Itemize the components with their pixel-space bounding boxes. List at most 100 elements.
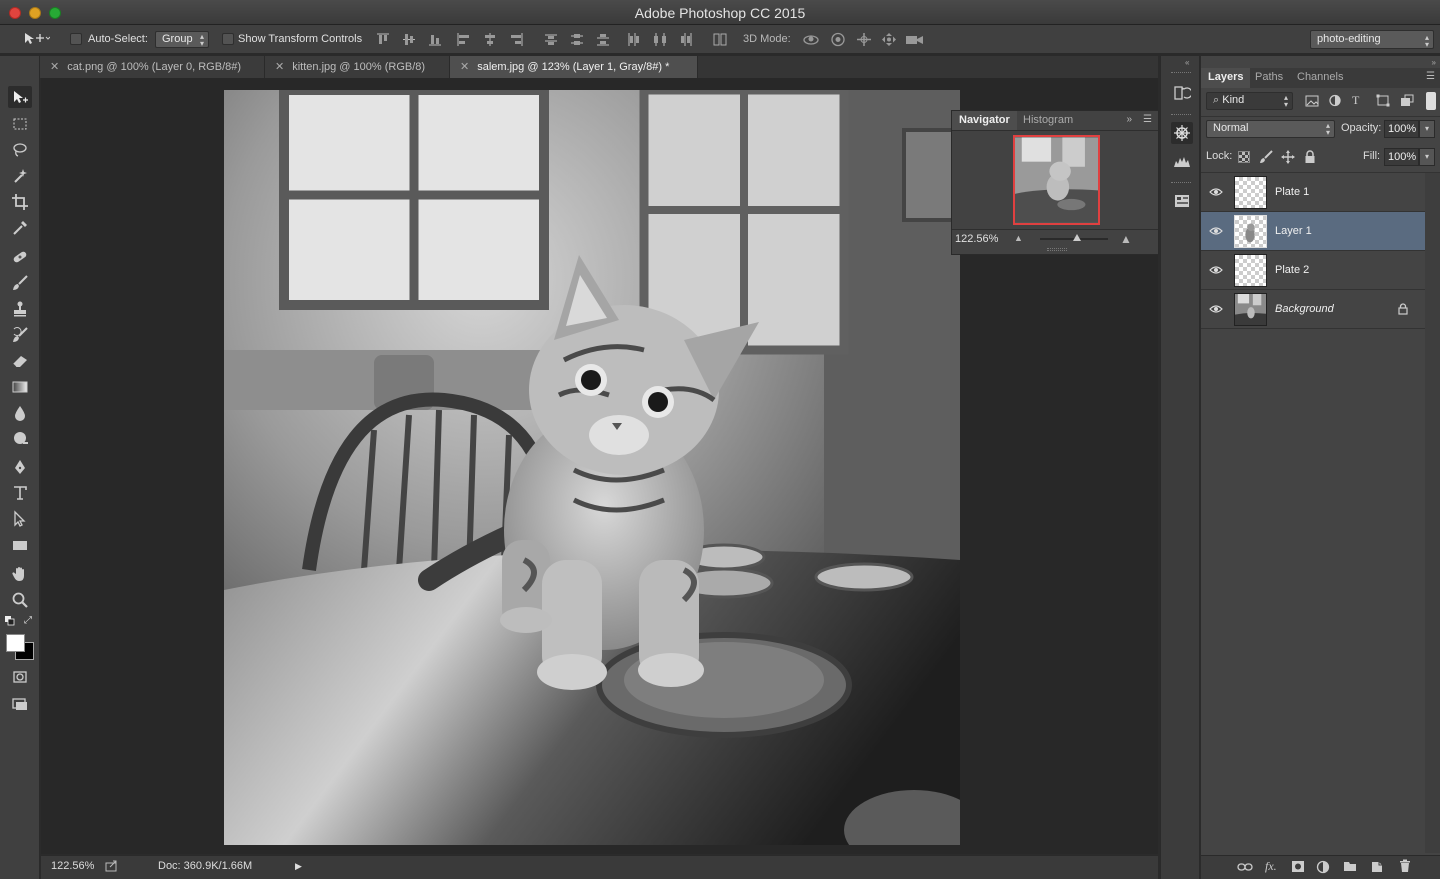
distribute-left-button[interactable] [626,32,642,47]
swap-colors-icon[interactable]: ⤢ [24,615,32,626]
rectangle-tool[interactable] [8,534,32,556]
magic-wand-tool[interactable] [8,165,32,187]
3d-slide-button[interactable] [879,32,899,47]
opacity-slider-toggle[interactable]: ▾ [1419,120,1435,138]
gradient-tool[interactable] [8,376,32,398]
tab-salem-jpg[interactable]: ✕ salem.jpg @ 123% (Layer 1, Gray/8#) * [450,56,698,78]
history-brush-tool[interactable] [8,324,32,346]
distribute-right-button[interactable] [678,32,694,47]
default-colors-icon[interactable] [5,616,15,626]
layer-name[interactable]: Background [1275,303,1334,315]
lock-all-icon[interactable] [1304,150,1316,164]
marquee-tool[interactable] [8,113,32,135]
panel-menu-icon[interactable]: ☰ [1426,71,1435,82]
layer-row-plate-1[interactable]: Plate 1 [1201,173,1425,212]
close-tab-icon[interactable]: ✕ [275,61,284,73]
navigator-preview[interactable] [1013,135,1100,225]
3d-scale-button[interactable] [904,32,926,47]
layer-row-background[interactable]: Background [1201,290,1425,329]
blur-tool[interactable] [8,402,32,424]
quick-mask-button[interactable] [8,666,32,688]
panel-collapse-icon[interactable]: » [1126,114,1132,125]
tab-kitten-jpg[interactable]: ✕ kitten.jpg @ 100% (RGB/8) [265,56,450,78]
tab-channels[interactable]: Channels [1290,68,1350,88]
histogram-panel-button[interactable] [1171,150,1193,172]
type-tool[interactable] [8,482,32,504]
filter-smart-objects-icon[interactable] [1400,94,1414,107]
eye-visibility-icon[interactable] [1209,303,1223,315]
share-export-icon[interactable] [105,860,118,872]
tab-cat-png[interactable]: ✕ cat.png @ 100% (Layer 0, RGB/8#) [40,56,265,78]
distribute-top-button[interactable] [543,32,559,47]
zoom-tool[interactable] [8,589,32,611]
layers-scrollbar[interactable] [1425,173,1440,853]
zoom-in-icon[interactable]: ▲ [1120,232,1132,246]
dodge-tool[interactable] [8,428,32,450]
layer-row-plate-2[interactable]: Plate 2 [1201,251,1425,290]
align-bottom-button[interactable] [427,32,443,47]
tab-paths[interactable]: Paths [1248,68,1290,88]
lock-position-icon[interactable] [1281,150,1295,164]
distribute-bottom-button[interactable] [595,32,611,47]
link-layers-icon[interactable] [1237,861,1253,873]
delete-layer-trash-icon[interactable] [1399,859,1411,873]
close-tab-icon[interactable]: ✕ [50,61,59,73]
document-canvas[interactable] [224,90,960,845]
lasso-tool[interactable] [8,139,32,161]
fill-input[interactable]: 100% [1384,148,1419,166]
lock-image-pixels-icon[interactable] [1259,150,1273,164]
info-panel-button[interactable] [1171,190,1193,212]
align-vcenter-button[interactable] [401,32,417,47]
eye-visibility-icon[interactable] [1209,225,1223,237]
healing-brush-tool[interactable] [8,246,32,268]
3d-orbit-button[interactable] [801,32,821,47]
blend-mode-dropdown[interactable]: Normal ▴ ▾ [1206,120,1335,138]
filter-type-layers-icon[interactable]: T [1352,93,1359,108]
show-transform-checkbox[interactable] [222,33,234,45]
move-tool-preset-picker[interactable] [22,31,51,46]
layer-style-fx-icon[interactable]: fx. [1265,859,1277,874]
3d-pan-button[interactable] [854,32,874,47]
zoom-slider-thumb[interactable] [1073,234,1082,241]
align-right-button[interactable] [508,32,524,47]
layer-name[interactable]: Layer 1 [1275,225,1312,237]
eyedropper-tool[interactable] [8,217,32,239]
layer-name[interactable]: Plate 1 [1275,186,1309,198]
navigator-zoom-value[interactable]: 122.56% [955,233,998,245]
status-menu-arrow-icon[interactable]: ▶ [295,861,302,872]
panel-expand-icon[interactable]: » [1432,58,1436,67]
new-adjustment-layer-icon[interactable] [1316,860,1330,874]
align-left-button[interactable] [456,32,472,47]
distribute-vcenter-button[interactable] [569,32,585,47]
dock-collapse-icon[interactable]: « [1185,58,1189,67]
align-top-button[interactable] [375,32,391,47]
opacity-input[interactable]: 100% [1384,120,1419,138]
auto-select-checkbox[interactable] [70,33,82,45]
distribute-hcenter-button[interactable] [652,32,668,47]
crop-tool[interactable] [8,191,32,213]
eraser-tool[interactable] [8,350,32,372]
filter-pixel-layers-icon[interactable] [1305,94,1319,107]
status-zoom[interactable]: 122.56% [51,860,94,872]
foreground-color-swatch[interactable] [6,634,25,652]
fill-slider-toggle[interactable]: ▾ [1419,148,1435,166]
new-layer-icon[interactable] [1371,859,1384,873]
close-tab-icon[interactable]: ✕ [460,61,469,73]
move-tool[interactable] [8,86,32,108]
align-hcenter-button[interactable] [482,32,498,47]
layer-row-layer-1[interactable]: Layer 1 [1201,212,1425,251]
tab-layers[interactable]: Layers [1201,68,1251,88]
screen-mode-button[interactable] [8,693,32,715]
zoom-out-icon[interactable]: ▲ [1014,233,1023,243]
brush-tool[interactable] [8,272,32,294]
new-group-folder-icon[interactable] [1343,860,1357,872]
tab-navigator[interactable]: Navigator [952,111,1017,130]
tab-histogram[interactable]: Histogram [1016,111,1080,130]
eye-visibility-icon[interactable] [1209,264,1223,276]
3d-roll-button[interactable] [828,32,848,47]
path-selection-tool[interactable] [8,508,32,530]
auto-align-layers-button[interactable] [712,32,728,47]
clone-stamp-tool[interactable] [8,298,32,320]
auto-select-target-dropdown[interactable]: Group ▴ ▾ [155,31,209,48]
pen-tool[interactable] [8,456,32,478]
